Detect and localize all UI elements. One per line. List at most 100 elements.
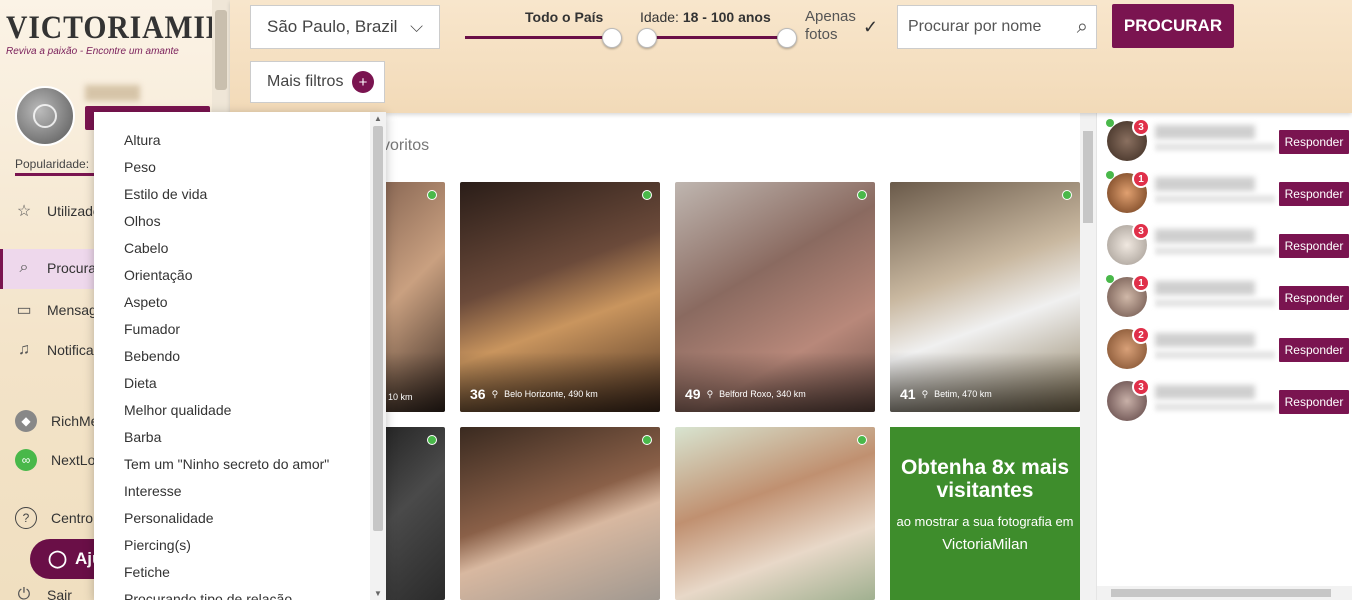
filter-option[interactable]: Altura [94, 131, 386, 158]
filter-option[interactable]: Aspeto [94, 293, 386, 320]
filter-option[interactable]: Tem um "Ninho secreto do amor" [94, 455, 386, 482]
filter-option[interactable]: Procurando tipo de relação [94, 590, 386, 600]
filter-option[interactable]: Personalidade [94, 509, 386, 536]
message-preview [1155, 247, 1275, 255]
profile-card[interactable]: 36 ⚲ Belo Horizonte, 490 km [460, 182, 660, 412]
location-pin-icon: ⚲ [706, 388, 714, 399]
message-preview [1155, 351, 1275, 359]
search-button[interactable]: PROCURAR [1112, 4, 1234, 48]
distance-slider[interactable] [465, 36, 613, 39]
age-min-handle[interactable] [637, 28, 657, 48]
age-slider[interactable] [647, 36, 787, 39]
online-indicator [1106, 171, 1114, 179]
profile-card[interactable]: 49 ⚲ Belford Roxo, 340 km [675, 182, 875, 412]
sender-name [1155, 125, 1255, 139]
filter-option[interactable]: Fumador [94, 320, 386, 347]
sidebar-item-richmen[interactable]: ◆ RichMen [15, 410, 106, 432]
chat-bubble-icon: ◯ [48, 549, 68, 568]
sidebar-item-logout[interactable]: ⏻ Sair [15, 586, 72, 600]
sender-name [1155, 385, 1255, 399]
filter-option[interactable]: Olhos [94, 212, 386, 239]
filter-option[interactable]: Interesse [94, 482, 386, 509]
filter-option[interactable]: Orientação [94, 266, 386, 293]
logo-tagline: Reviva a paixão - Encontre um amante [6, 46, 179, 57]
distance-label: Todo o País [525, 9, 604, 25]
profile-card[interactable] [675, 427, 875, 600]
sidebar-item-label: Sair [47, 587, 72, 600]
distance-slider-handle[interactable] [602, 28, 622, 48]
filter-option[interactable]: Fetiche [94, 563, 386, 590]
reply-button[interactable]: Responder [1279, 286, 1349, 310]
results-scrollbar[interactable] [1080, 113, 1096, 600]
filter-option[interactable]: Piercing(s) [94, 536, 386, 563]
age-max-handle[interactable] [777, 28, 797, 48]
message-item[interactable]: 3 Responder [1097, 115, 1352, 167]
online-indicator [857, 435, 867, 445]
location-pin-icon: ⚲ [921, 388, 929, 399]
filter-option[interactable]: Peso [94, 158, 386, 185]
filter-option[interactable]: Cabelo [94, 239, 386, 266]
profile-card[interactable] [460, 427, 660, 600]
sender-name [1155, 177, 1255, 191]
scroll-down-icon: ▼ [374, 589, 382, 598]
chevron-down-icon: ⌵ [410, 17, 423, 36]
tab-favorites[interactable]: voritos [382, 137, 429, 155]
message-item[interactable]: 3 Responder [1097, 375, 1352, 427]
bell-icon: ♫ [18, 341, 30, 358]
online-indicator [1062, 190, 1072, 200]
search-icon: ⌕ [19, 259, 29, 276]
location-pin-icon: ⚲ [491, 388, 499, 399]
message-item[interactable]: 2 Responder [1097, 323, 1352, 375]
logout-icon: ⏻ [17, 586, 31, 600]
photos-only-checkbox[interactable]: ✓ [863, 17, 878, 38]
search-icon: ⌕ [1076, 15, 1088, 38]
dropdown-scrollbar[interactable]: ▲ ▼ [370, 112, 386, 600]
diamond-icon: ◆ [15, 410, 37, 432]
camera-icon [33, 104, 57, 128]
unread-badge: 1 [1132, 170, 1150, 188]
message-preview [1155, 299, 1275, 307]
online-indicator [1106, 119, 1114, 127]
reply-button[interactable]: Responder [1279, 390, 1349, 414]
online-indicator [642, 190, 652, 200]
star-icon: ☆ [16, 203, 32, 220]
message-preview [1155, 143, 1275, 151]
name-search-input[interactable]: Procurar por nome ⌕ [897, 5, 1097, 49]
popularity-bar [15, 173, 95, 176]
more-filters-button[interactable]: Mais filtros + [250, 61, 385, 103]
reply-button[interactable]: Responder [1279, 130, 1349, 154]
chat-icon: ▭ [16, 302, 32, 319]
sender-name [1155, 333, 1255, 347]
sender-name [1155, 281, 1255, 295]
age-label: Idade: 18 - 100 anos [640, 9, 771, 25]
filter-option[interactable]: Melhor qualidade [94, 401, 386, 428]
filter-option[interactable]: Estilo de vida [94, 185, 386, 212]
profile-card[interactable]: 41 ⚲ Betim, 470 km [890, 182, 1080, 412]
link-icon: ∞ [15, 449, 37, 471]
filter-bar: São Paulo, Brazil ⌵ Todo o País Idade: 1… [230, 0, 1352, 113]
filter-option[interactable]: Dieta [94, 374, 386, 401]
sidebar-item-label: Procurar [47, 260, 101, 276]
unread-badge: 3 [1132, 378, 1150, 396]
filters-dropdown: Altura Peso Estilo de vida Olhos Cabelo Orien… [94, 112, 386, 600]
filter-option[interactable]: Barba [94, 428, 386, 455]
unread-badge: 3 [1132, 118, 1150, 136]
message-item[interactable]: 1 Responder [1097, 167, 1352, 219]
message-item[interactable]: 1 Responder [1097, 271, 1352, 323]
unread-badge: 2 [1132, 326, 1150, 344]
plus-icon: + [352, 71, 374, 93]
messages-panel: 3 Responder 1 Responder 3 Responder 1 Re… [1096, 113, 1352, 600]
location-select[interactable]: São Paulo, Brazil ⌵ [250, 5, 440, 49]
message-item[interactable]: 3 Responder [1097, 219, 1352, 271]
online-indicator [427, 435, 437, 445]
online-indicator [857, 190, 867, 200]
sender-name [1155, 229, 1255, 243]
reply-button[interactable]: Responder [1279, 234, 1349, 258]
messages-scrollbar[interactable] [1097, 586, 1352, 600]
filter-option[interactable]: Bebendo [94, 347, 386, 374]
promo-banner[interactable]: Obtenha 8x mais visitantes ao mostrar a … [890, 427, 1080, 600]
reply-button[interactable]: Responder [1279, 338, 1349, 362]
unread-badge: 3 [1132, 222, 1150, 240]
sidebar-item-search[interactable]: ⌕ Procurar [15, 259, 101, 277]
reply-button[interactable]: Responder [1279, 182, 1349, 206]
